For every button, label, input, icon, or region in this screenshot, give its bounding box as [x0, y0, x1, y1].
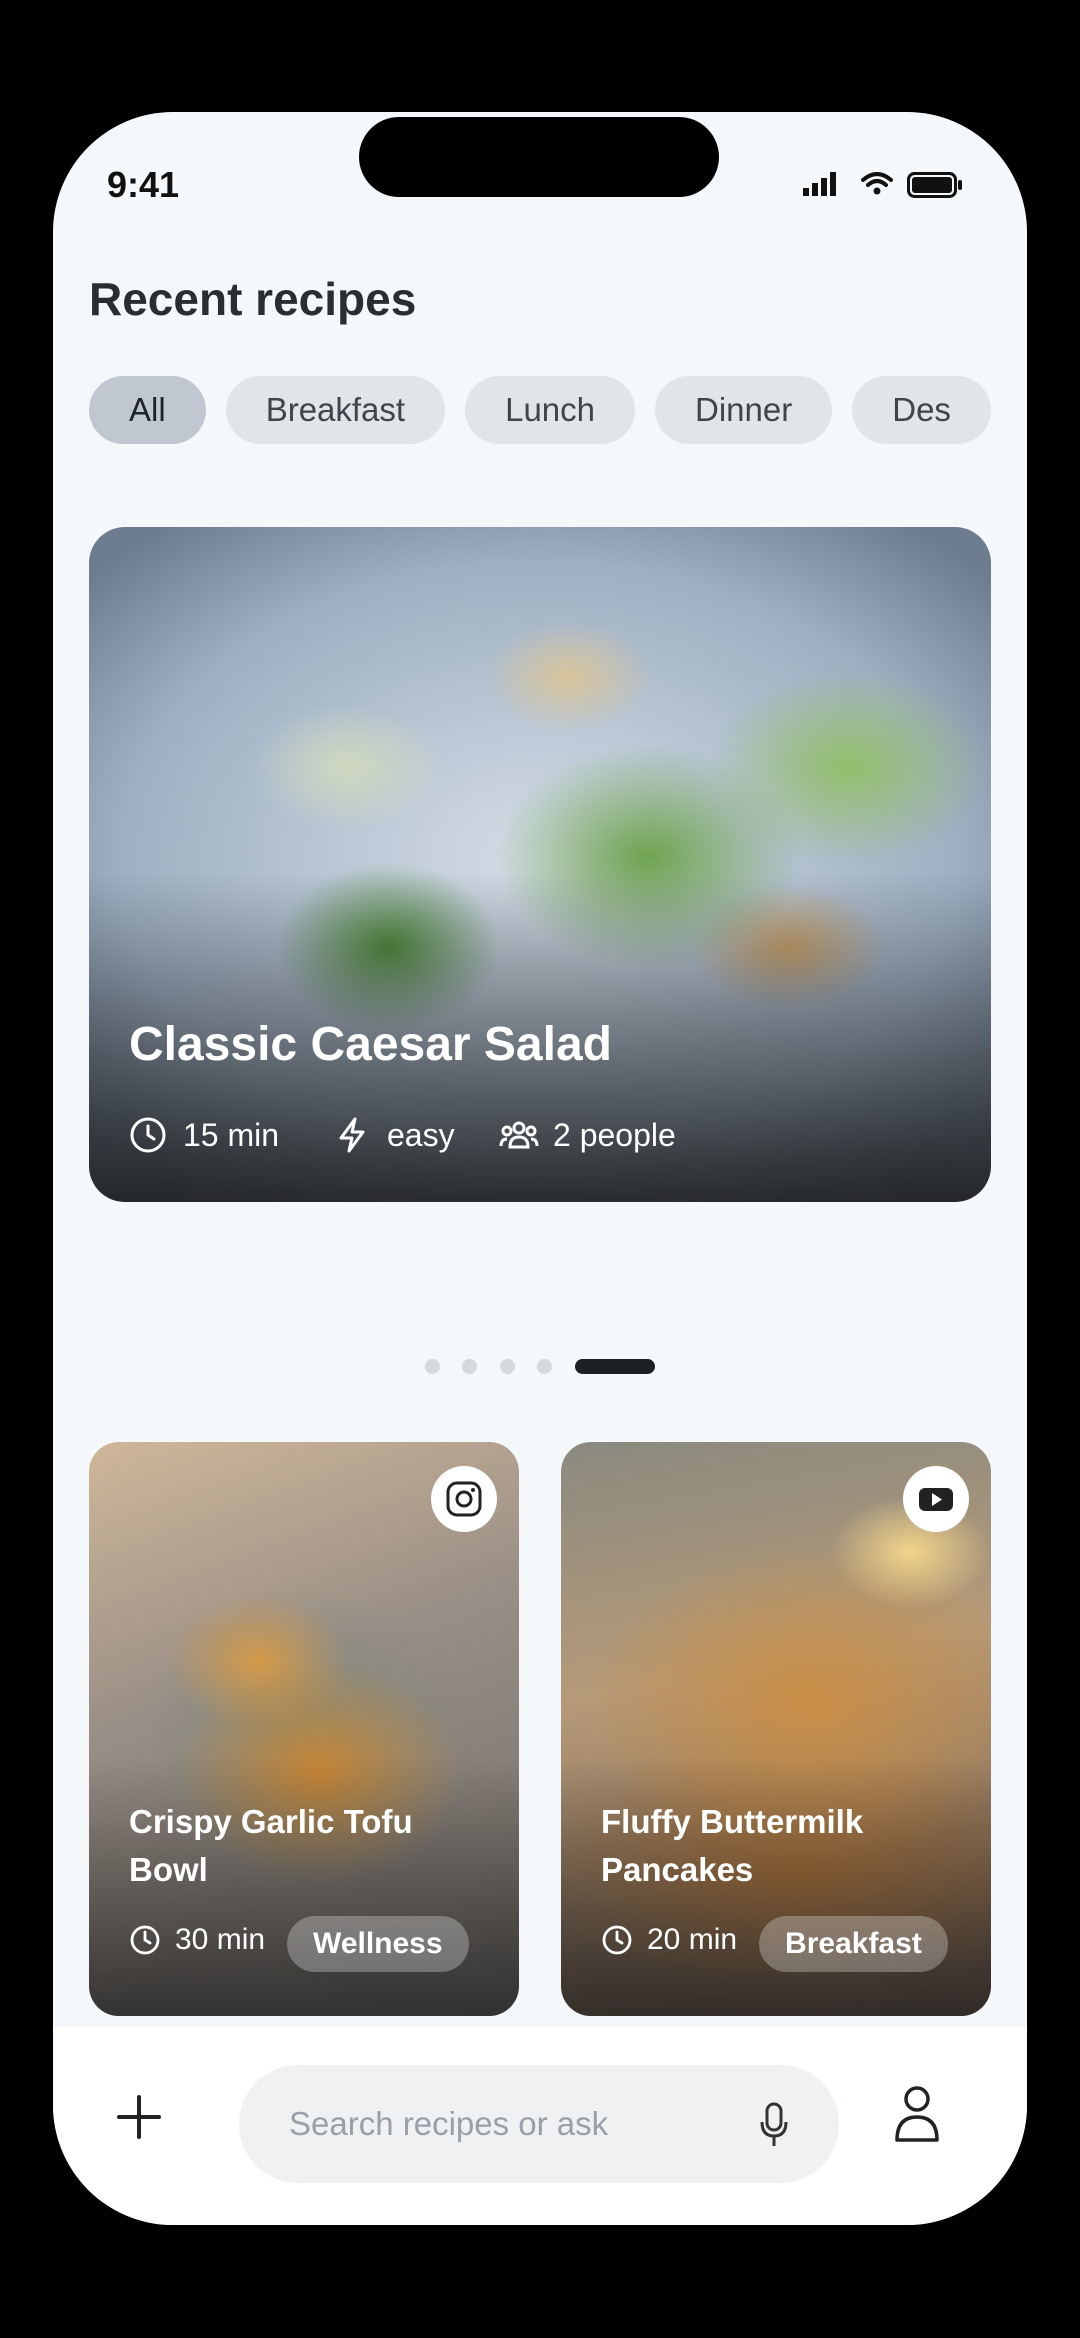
filter-chip-all[interactable]: All: [89, 376, 206, 444]
youtube-icon: [919, 1488, 953, 1511]
search-input[interactable]: Search recipes or ask: [239, 2065, 839, 2183]
signal-icon: [803, 172, 836, 196]
dynamic-island: [359, 117, 719, 197]
clock-icon: [130, 1925, 160, 1955]
recipe-time-label: 20 min: [647, 1923, 738, 1956]
phone-screen: 9:41 Recent recipes All Breakfast Lunch Din…: [53, 112, 1027, 2225]
filter-chip-breakfast[interactable]: Breakfast: [225, 376, 446, 444]
clock-icon: [130, 1117, 166, 1153]
carousel-dot[interactable]: [462, 1359, 477, 1374]
search-placeholder: Search recipes or ask: [289, 2105, 609, 2142]
recipe-title: Crispy Garlic Tofu Bowl: [129, 1803, 413, 1888]
carousel-dot[interactable]: [537, 1359, 552, 1374]
recipe-title: Fluffy Buttermilk Pancakes: [601, 1803, 864, 1888]
featured-recipe-title: Classic Caesar Salad: [129, 1018, 612, 1071]
status-icons: [803, 172, 963, 202]
profile-button[interactable]: [893, 2085, 941, 2143]
people-icon: [499, 1121, 539, 1149]
featured-time-label: 15 min: [183, 1117, 280, 1153]
lightning-icon: [339, 1117, 365, 1153]
source-badge: [903, 1466, 969, 1532]
recipe-time-label: 30 min: [175, 1923, 266, 1956]
bottom-bar: Search recipes or ask: [53, 2027, 1027, 2225]
category-filter-bar: All Breakfast Lunch Dinner Des: [89, 376, 991, 446]
source-badge: [431, 1466, 497, 1532]
recipe-tag: Wellness: [287, 1916, 469, 1972]
instagram-icon: [446, 1481, 482, 1517]
page-title: Recent recipes: [89, 273, 417, 325]
status-time: 9:41: [107, 164, 180, 205]
carousel-dot[interactable]: [500, 1359, 515, 1374]
add-recipe-button[interactable]: [113, 2091, 165, 2143]
carousel-dot-active[interactable]: [575, 1359, 655, 1374]
featured-difficulty-label: easy: [387, 1117, 455, 1153]
filter-chip-dinner[interactable]: Dinner: [655, 376, 833, 444]
featured-servings-label: 2 people: [553, 1117, 676, 1153]
filter-chip-lunch[interactable]: Lunch: [465, 376, 636, 444]
recipe-tag: Breakfast: [759, 1916, 948, 1972]
featured-recipe-card[interactable]: Classic Caesar Salad 15 min easy 2 peopl…: [89, 527, 991, 1202]
microphone-icon[interactable]: [759, 2102, 789, 2148]
wifi-icon: [861, 172, 893, 195]
carousel-dot[interactable]: [425, 1359, 440, 1374]
recipe-card[interactable]: Fluffy Buttermilk Pancakes 20 min Breakf…: [561, 1442, 991, 2016]
recipe-card[interactable]: Crispy Garlic Tofu Bowl 30 min Wellness: [89, 1442, 519, 2016]
battery-icon: [907, 172, 962, 198]
filter-chip-dessert[interactable]: Des: [852, 376, 991, 444]
clock-icon: [602, 1925, 632, 1955]
